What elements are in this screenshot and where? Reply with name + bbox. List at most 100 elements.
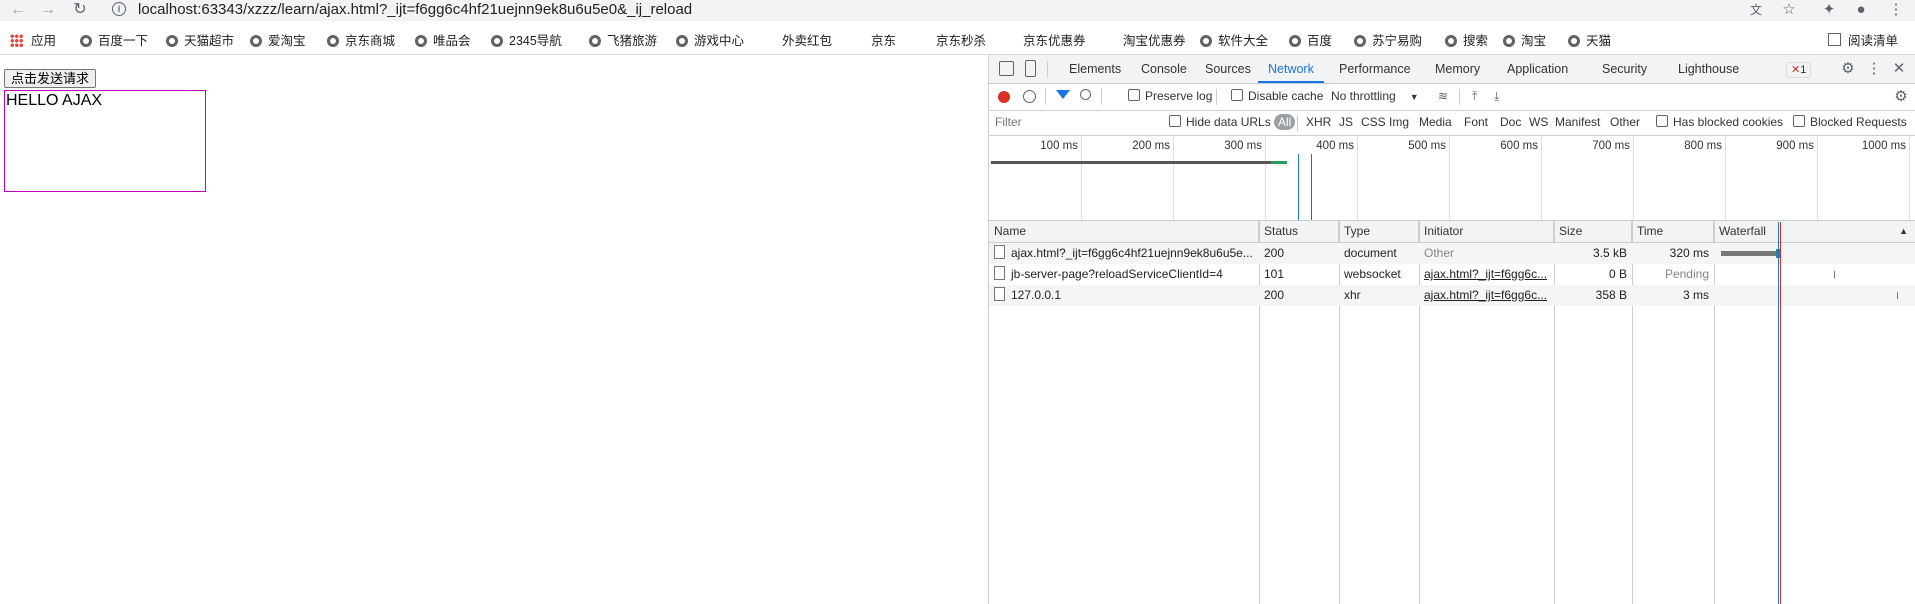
table-row[interactable]: ajax.html?_ijt=f6gg6c4hf21uejnn9ek8u6u5e… — [989, 243, 1915, 264]
request-name-cell: ajax.html?_ijt=f6gg6c4hf21uejnn9ek8u6u5e… — [989, 243, 1259, 264]
bookmark-apps[interactable]: 应用 — [10, 32, 56, 50]
filter-type-css[interactable]: CSS — [1361, 115, 1386, 129]
bookmark-item[interactable]: 天猫 — [1568, 32, 1611, 50]
more-options-icon[interactable]: ⋮ — [1863, 59, 1885, 79]
tab-application[interactable]: Application — [1497, 55, 1578, 83]
extensions-icon[interactable]: ✦ — [1818, 0, 1840, 20]
reading-list[interactable]: 阅读清单 — [1828, 32, 1898, 50]
bookmark-item[interactable]: 爱淘宝 — [250, 32, 306, 50]
network-settings-icon[interactable]: ⚙ — [1890, 87, 1912, 107]
address-bar[interactable]: i localhost:63343/xzzz/learn/ajax.html?_… — [104, 0, 1744, 20]
translate-icon[interactable]: 文 — [1745, 0, 1767, 20]
table-row[interactable]: jb-server-page?reloadServiceClientId=4 1… — [989, 264, 1915, 285]
blocked-requests-checkbox[interactable]: Blocked Requests — [1793, 115, 1907, 129]
network-conditions-icon[interactable]: ≋ — [1438, 89, 1448, 103]
tab-memory[interactable]: Memory — [1425, 55, 1490, 83]
error-counter[interactable]: ✕1 — [1786, 62, 1812, 78]
column-time[interactable]: Time — [1632, 221, 1714, 242]
filter-type-manifest[interactable]: Manifest — [1555, 115, 1600, 129]
filter-type-ws[interactable]: WS — [1529, 115, 1548, 129]
document-icon — [994, 245, 1005, 259]
export-har-icon[interactable]: ⤓ — [1494, 89, 1499, 104]
profile-icon[interactable]: ● — [1850, 0, 1872, 20]
globe-icon — [1503, 35, 1515, 47]
column-initiator[interactable]: Initiator — [1419, 221, 1554, 242]
grid-line — [1081, 136, 1082, 220]
close-icon[interactable]: ✕ — [1888, 59, 1910, 79]
bookmark-item[interactable]: 外卖红包 — [782, 32, 832, 50]
column-waterfall[interactable]: Waterfall ▲ — [1714, 221, 1915, 242]
tab-console[interactable]: Console — [1131, 55, 1197, 83]
forward-icon[interactable]: → — [38, 1, 58, 19]
checkbox-icon — [1231, 89, 1243, 101]
tab-lighthouse[interactable]: Lighthouse — [1668, 55, 1749, 83]
bookmark-item[interactable]: 京东商城 — [327, 32, 395, 50]
request-status: 200 — [1264, 246, 1285, 260]
table-row[interactable]: 127.0.0.1 200 xhr ajax.html?_ijt=f6gg6c.… — [989, 285, 1915, 306]
globe-icon — [1354, 35, 1366, 47]
filter-type-other[interactable]: Other — [1610, 115, 1640, 129]
bookmark-item[interactable]: 苏宁易购 — [1354, 32, 1422, 50]
reload-icon[interactable]: ↻ — [70, 1, 90, 19]
column-status[interactable]: Status — [1259, 221, 1339, 242]
filter-type-media[interactable]: Media — [1419, 115, 1452, 129]
bookmark-item[interactable]: 淘宝 — [1503, 32, 1546, 50]
filter-type-js[interactable]: JS — [1339, 115, 1353, 129]
bookmark-item[interactable]: 京东 — [871, 32, 896, 50]
bookmark-item[interactable]: 百度 — [1289, 32, 1332, 50]
timeline-overview[interactable]: 100 ms 200 ms 300 ms 400 ms 500 ms 600 m… — [989, 136, 1915, 221]
bookmark-item[interactable]: 唯品会 — [415, 32, 471, 50]
menu-icon[interactable]: ⋮ — [1885, 0, 1907, 20]
settings-gear-icon[interactable]: ⚙ — [1837, 59, 1859, 79]
tab-elements[interactable]: Elements — [1059, 55, 1131, 83]
filter-input[interactable] — [993, 114, 1157, 130]
filter-type-doc[interactable]: Doc — [1500, 115, 1521, 129]
column-size[interactable]: Size — [1554, 221, 1632, 242]
import-har-icon[interactable]: ⤒ — [1472, 89, 1477, 104]
bookmark-item[interactable]: 2345导航 — [491, 32, 562, 50]
tick-label: 800 ms — [1684, 140, 1722, 152]
send-request-button[interactable]: 点击发送请求 — [4, 69, 97, 88]
request-initiator[interactable]: ajax.html?_ijt=f6gg6c... — [1419, 264, 1554, 285]
tab-performance[interactable]: Performance — [1329, 55, 1421, 83]
initiator-link[interactable]: ajax.html?_ijt=f6gg6c... — [1424, 267, 1547, 281]
filter-icon[interactable] — [1056, 90, 1070, 99]
bookmark-item[interactable]: 京东秒杀 — [936, 32, 986, 50]
filter-type-font[interactable]: Font — [1464, 115, 1488, 129]
throttling-select[interactable]: No throttling ▼ — [1331, 89, 1419, 103]
clear-icon[interactable] — [1023, 90, 1036, 103]
bookmark-item[interactable]: 软件大全 — [1200, 32, 1268, 50]
filter-type-xhr[interactable]: XHR — [1306, 115, 1331, 129]
bookmark-item[interactable]: 游戏中心 — [676, 32, 744, 50]
star-icon[interactable]: ☆ — [1778, 0, 1800, 20]
back-icon[interactable]: ← — [8, 1, 28, 19]
site-info-icon[interactable]: i — [112, 2, 126, 16]
bookmark-item[interactable]: 飞猪旅游 — [589, 32, 657, 50]
filter-type-img[interactable]: Img — [1389, 115, 1409, 129]
has-blocked-cookies-checkbox[interactable]: Has blocked cookies — [1656, 115, 1783, 129]
column-type[interactable]: Type — [1339, 221, 1419, 242]
url-text[interactable]: localhost:63343/xzzz/learn/ajax.html?_ij… — [138, 1, 692, 18]
device-toggle-icon[interactable] — [1025, 60, 1036, 77]
request-initiator[interactable]: ajax.html?_ijt=f6gg6c... — [1419, 285, 1554, 306]
bookmark-item[interactable]: 搜索 — [1445, 32, 1488, 50]
tab-network[interactable]: Network — [1258, 55, 1324, 83]
hide-data-urls-checkbox[interactable]: Hide data URLs — [1169, 115, 1271, 129]
request-name-cell: jb-server-page?reloadServiceClientId=4 — [989, 264, 1259, 285]
filter-type-all[interactable]: All — [1274, 114, 1296, 130]
bookmark-item[interactable]: 天猫超市 — [166, 32, 234, 50]
preserve-log-checkbox[interactable]: Preserve log — [1128, 89, 1212, 103]
disable-cache-checkbox[interactable]: Disable cache — [1231, 89, 1323, 103]
tab-sources[interactable]: Sources — [1195, 55, 1261, 83]
column-name[interactable]: Name — [989, 221, 1259, 242]
bookmark-item[interactable]: 淘宝优惠券 — [1123, 32, 1186, 50]
bookmark-item[interactable]: 京东优惠券 — [1023, 32, 1086, 50]
search-icon[interactable] — [1080, 89, 1091, 100]
bookmark-item[interactable]: 百度一下 — [80, 32, 148, 50]
record-icon[interactable] — [998, 91, 1010, 103]
initiator-link[interactable]: ajax.html?_ijt=f6gg6c... — [1424, 288, 1547, 302]
inspect-icon[interactable] — [999, 61, 1014, 76]
tab-security[interactable]: Security — [1592, 55, 1657, 83]
globe-icon — [491, 35, 503, 47]
waterfall-bar — [1897, 292, 1898, 299]
